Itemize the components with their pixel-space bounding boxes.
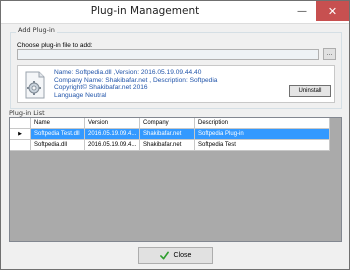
grid-header-row: Name Version Company Description (10, 118, 330, 129)
plugin-file-input[interactable] (17, 49, 319, 60)
cell-name[interactable]: Softpedia Test.dll (31, 129, 85, 140)
window-title: Plug-in Management (90, 5, 200, 17)
plugin-info-text: Name: Softpedia.dll ,Version: 2016.05.19… (54, 69, 217, 99)
check-icon (159, 251, 169, 260)
plugin-info-line-copyright: Copyright© Shakibafar.net 2016 (54, 84, 148, 92)
plugin-info-panel: Name: Softpedia.dll ,Version: 2016.05.19… (17, 65, 335, 103)
plugin-management-window: Plug-in Management — ✕ Add Plug-in Choos… (0, 0, 350, 270)
choose-file-label: Choose plug-in file to add: (17, 42, 93, 49)
add-plugin-group-title: Add Plug-in (16, 26, 57, 34)
current-row-indicator-icon: ▶ (10, 129, 31, 140)
window-close-button[interactable]: ✕ (316, 1, 349, 21)
cell-version[interactable]: 2016.05.19.09.4... (85, 129, 140, 140)
grid-corner-header (10, 118, 31, 129)
plugin-list-label: Plug-in List (9, 109, 45, 117)
plugin-list-grid[interactable]: Name Version Company Description ▶ Softp… (9, 117, 342, 242)
plugin-info-line-language: Language Neutral (54, 91, 107, 99)
cell-name[interactable]: Softpedia.dll (31, 140, 85, 151)
column-header-name[interactable]: Name (31, 118, 85, 129)
plugin-file-icon (25, 71, 45, 99)
close-button[interactable]: Close (138, 247, 213, 264)
column-header-version[interactable]: Version (85, 118, 140, 129)
row-header[interactable] (10, 140, 31, 151)
cell-company[interactable]: Shakibafar.net (140, 129, 195, 140)
cell-company[interactable]: Shakibafar.net (140, 140, 195, 151)
browse-button[interactable]: ... (323, 48, 336, 60)
minimize-button[interactable]: — (288, 1, 316, 21)
close-button-label: Close (173, 252, 192, 259)
column-header-company[interactable]: Company (140, 118, 195, 129)
table-row[interactable]: ▶ Softpedia Test.dll 2016.05.19.09.4... … (10, 129, 330, 140)
cell-description[interactable]: Softpedia Plug-in (195, 129, 330, 140)
cell-version[interactable]: 2016.05.19.09.4... (85, 140, 140, 151)
uninstall-button[interactable]: Uninstall (289, 85, 331, 97)
column-header-description[interactable]: Description (195, 118, 330, 129)
title-bar: Plug-in Management — ✕ (1, 1, 349, 24)
table-row[interactable]: Softpedia.dll 2016.05.19.09.4... Shakiba… (10, 140, 330, 151)
cell-description[interactable]: Softpedia Test (195, 140, 330, 151)
add-plugin-group: Add Plug-in Choose plug-in file to add: … (10, 26, 342, 109)
plugin-info-line-name: Name: Softpedia.dll ,Version: 2016.05.19… (54, 69, 202, 76)
